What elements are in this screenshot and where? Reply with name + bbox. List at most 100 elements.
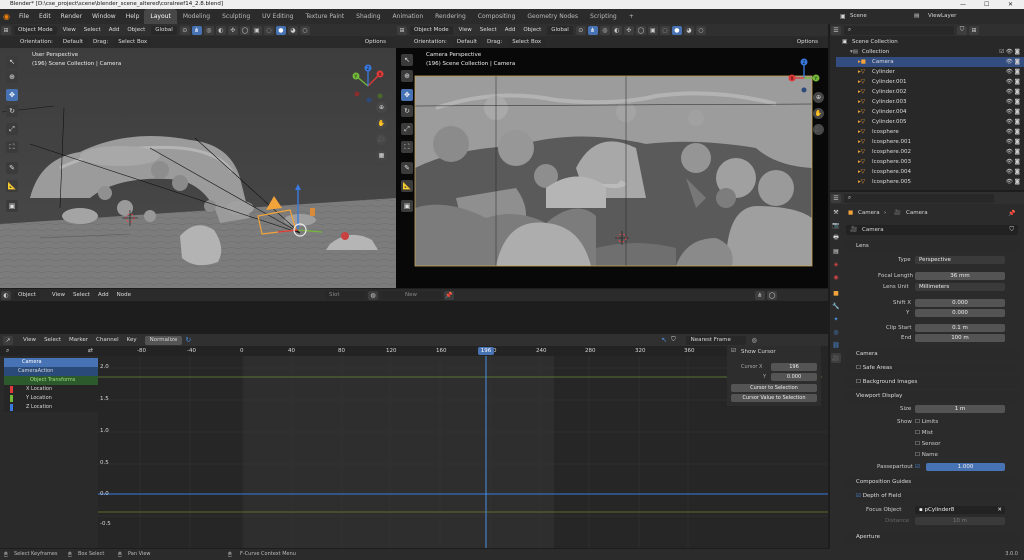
rendered-shading-icon[interactable]: ○: [695, 25, 706, 35]
close-button[interactable]: ✕: [1008, 0, 1013, 9]
menu-select[interactable]: Select: [476, 27, 501, 33]
lens-unit-dropdown[interactable]: Millimeters: [915, 283, 1005, 291]
measure-tool-icon[interactable]: 📐: [6, 180, 18, 192]
gizmo-icon[interactable]: ✣: [227, 25, 238, 35]
clip-end-field[interactable]: 100 m: [915, 334, 1005, 342]
eye-icon[interactable]: 👁 ◙: [1006, 97, 1020, 107]
menu-view[interactable]: View: [59, 27, 80, 33]
tab-animation[interactable]: Animation: [387, 9, 430, 24]
cursor-tool-icon[interactable]: ⊕: [6, 71, 18, 83]
focus-object-field[interactable]: ▪ pCylinder8 ✕: [915, 506, 1005, 514]
rotate-tool-icon[interactable]: ↻: [6, 105, 18, 117]
focal-length-field[interactable]: 36 mm: [915, 272, 1005, 280]
pivot-icon[interactable]: ⊙: [179, 25, 190, 35]
eye-icon[interactable]: 👁 ◙: [1006, 67, 1020, 77]
properties-search[interactable]: ⌕: [844, 193, 994, 203]
orientation-dropdown[interactable]: Default: [58, 37, 88, 47]
add-cube-tool-icon[interactable]: ▣: [6, 200, 18, 212]
sidebar-tabs[interactable]: [822, 346, 828, 406]
outliner-row[interactable]: ▣ Scene Collection: [836, 37, 1024, 47]
annotate-tool-icon[interactable]: ✎: [6, 162, 18, 174]
zoom-icon[interactable]: ⊕: [813, 92, 824, 103]
menu-select[interactable]: Select: [40, 337, 65, 343]
particles-tab-icon[interactable]: ✦: [831, 314, 841, 324]
transform-tool-icon[interactable]: ⛶: [6, 141, 18, 153]
proportional-icon[interactable]: ◎: [752, 337, 757, 344]
tab-modeling[interactable]: Modeling: [177, 9, 216, 24]
size-field[interactable]: 1 m: [915, 405, 1005, 413]
solid-shading-icon[interactable]: ●: [671, 25, 682, 35]
menu-add[interactable]: Add: [105, 27, 124, 33]
options-dropdown[interactable]: Options: [360, 37, 390, 47]
eye-icon[interactable]: 👁 ◙: [1006, 107, 1020, 117]
eye-icon[interactable]: 👁 ◙: [1006, 57, 1020, 67]
dof-section-header[interactable]: ☑ Depth of Field: [846, 491, 1018, 502]
eye-icon[interactable]: 👁 ◙: [1006, 157, 1020, 167]
shift-x-field[interactable]: 0.000: [915, 299, 1005, 307]
tab-layout[interactable]: Layout: [144, 9, 177, 24]
move-tool-icon[interactable]: ✥: [401, 89, 413, 101]
menu-window[interactable]: Window: [87, 9, 121, 24]
wireframe-shading-icon[interactable]: ◌: [659, 25, 670, 35]
outliner-row[interactable]: ▸▽ Cylinder.003 👁 ◙: [836, 97, 1024, 107]
menu-key[interactable]: Key: [123, 337, 141, 343]
scene-selector[interactable]: Scene: [850, 12, 900, 21]
modifier-tab-icon[interactable]: 🔧: [831, 301, 841, 311]
new-collection-icon[interactable]: ⊞: [969, 25, 979, 35]
properties-icon[interactable]: ☰: [831, 193, 841, 203]
camera-data-field[interactable]: 🎥 Camera ⛉: [846, 225, 1018, 235]
menu-channel[interactable]: Channel: [92, 337, 123, 343]
move-tool-icon[interactable]: ✥: [6, 89, 18, 101]
eye-icon[interactable]: 👁 ◙: [1006, 137, 1020, 147]
select-cursor-icon[interactable]: ↖: [661, 336, 667, 344]
menu-view[interactable]: View: [19, 337, 40, 343]
menu-add[interactable]: Add: [501, 27, 520, 33]
object-dropdown[interactable]: Object: [14, 290, 40, 300]
editor-type-icon[interactable]: ⊞: [1, 25, 11, 35]
menu-marker[interactable]: Marker: [65, 337, 92, 343]
zoom-icon[interactable]: ⊕: [376, 102, 387, 113]
channel-row[interactable]: CameraAction: [4, 367, 98, 376]
menu-add[interactable]: Add: [94, 292, 113, 298]
eye-icon[interactable]: 👁 ◙: [1006, 77, 1020, 87]
composition-guides-section-header[interactable]: Composition Guides: [846, 477, 1018, 488]
cursor-y-field[interactable]: 0.000: [771, 373, 817, 381]
shield-icon[interactable]: ⛉: [1009, 226, 1014, 234]
menu-object[interactable]: Object: [519, 27, 545, 33]
swap-icon[interactable]: ⇄: [88, 347, 93, 354]
pin-icon[interactable]: 📌: [443, 290, 454, 300]
background-images-checkbox[interactable]: ☐: [856, 379, 863, 385]
menu-node[interactable]: Node: [113, 292, 135, 298]
outliner-icon[interactable]: ☰: [831, 25, 841, 35]
tab-shading[interactable]: Shading: [350, 9, 386, 24]
viewport-display-section-header[interactable]: Viewport Display: [846, 391, 1018, 402]
render-tab-icon[interactable]: 📷: [831, 220, 841, 230]
cursor-tool-icon[interactable]: ⊕: [401, 70, 413, 82]
snap-icon[interactable]: ⋔: [587, 25, 598, 35]
show-cursor-checkbox[interactable]: ☑: [731, 348, 736, 354]
lens-section-header[interactable]: Lens: [846, 241, 1018, 252]
editor-type-icon[interactable]: ⊞: [397, 25, 407, 35]
cursor-value-to-selection-button[interactable]: Cursor Value to Selection: [731, 394, 817, 402]
right-viewport[interactable]: Camera Perspective (196) Scene Collectio…: [396, 48, 828, 288]
clear-icon[interactable]: ✕: [997, 506, 1002, 514]
pin-icon[interactable]: 📌: [1008, 210, 1015, 217]
navigation-gizmo[interactable]: X Y Z: [348, 64, 388, 104]
outliner-row[interactable]: ▸▽ Icosphere.003 👁 ◙: [836, 157, 1024, 167]
outliner-row[interactable]: ▸▽ Cylinder.005 👁 ◙: [836, 117, 1024, 127]
view-layer-tab-icon[interactable]: ▤: [831, 246, 841, 256]
rotate-tool-icon[interactable]: ↻: [401, 105, 413, 117]
menu-help[interactable]: Help: [121, 9, 145, 24]
ortho-grid-icon[interactable]: ▦: [376, 150, 387, 161]
wireframe-shading-icon[interactable]: ◌: [263, 25, 274, 35]
tab-compositing[interactable]: Compositing: [472, 9, 522, 24]
eye-icon[interactable]: 👁 ◙: [1006, 167, 1020, 177]
world-tab-icon[interactable]: ◉: [831, 272, 841, 282]
tweak-tool-icon[interactable]: ↖: [401, 54, 413, 66]
eye-icon[interactable]: 👁 ◙: [1006, 87, 1020, 97]
orientation-dropdown[interactable]: Default: [452, 37, 482, 47]
outliner-row[interactable]: ▸▽ Icosphere 👁 ◙: [836, 127, 1024, 137]
slot-dropdown[interactable]: Slot: [324, 290, 365, 300]
physics-tab-icon[interactable]: ◎: [831, 327, 841, 337]
proportional-icon[interactable]: ◎: [203, 25, 214, 35]
